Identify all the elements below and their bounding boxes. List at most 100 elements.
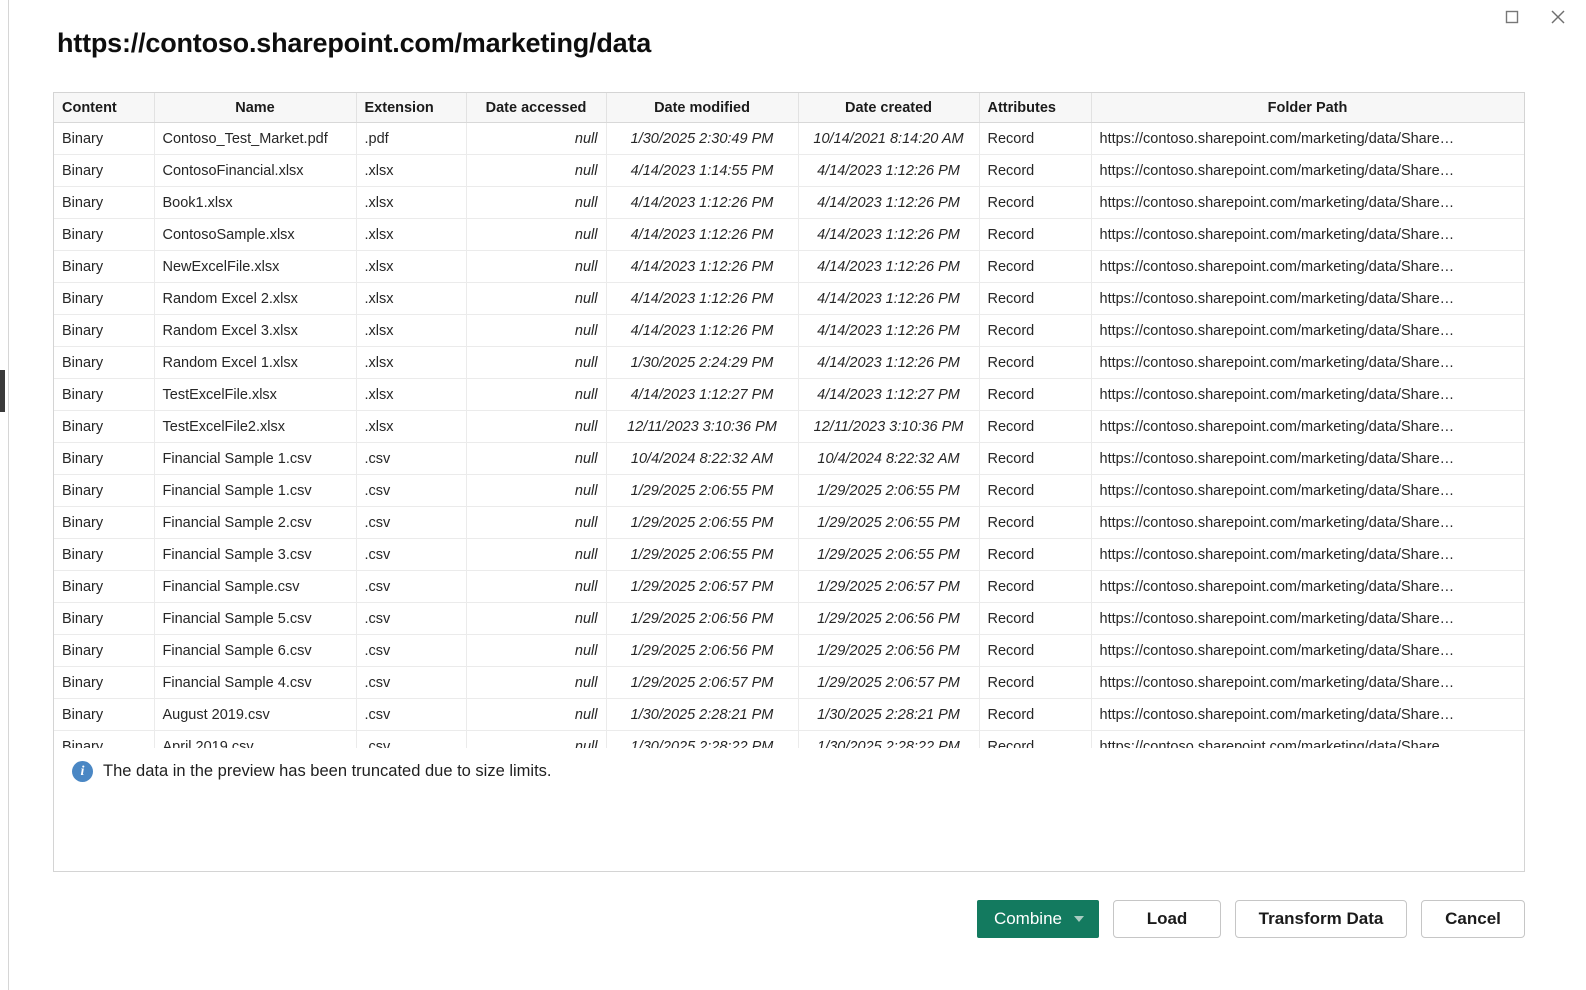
cell-date-modified: 4/14/2023 1:12:27 PM <box>606 378 799 411</box>
cell-date-modified: 4/14/2023 1:12:26 PM <box>606 218 799 251</box>
table-row[interactable]: Binary ContosoSample.xlsx .xlsx null 4/14/20… <box>54 218 1524 251</box>
cell-folder-path: https://contoso.sharepoint.com/marketing… <box>1091 698 1524 731</box>
column-header-date-created[interactable]: Date created <box>798 93 980 123</box>
cell-date-created: 12/11/2023 3:10:36 PM <box>798 410 980 443</box>
cell-extension: .csv <box>356 698 467 731</box>
cell-attributes: Record <box>979 506 1092 539</box>
cell-date-modified: 1/29/2025 2:06:56 PM <box>606 602 799 635</box>
close-button[interactable] <box>1535 2 1581 36</box>
preview-table-scroll-area[interactable]: Content Name Extension Date accessed Dat… <box>54 93 1524 748</box>
cell-content: Binary <box>54 282 155 315</box>
cancel-button[interactable]: Cancel <box>1421 900 1525 938</box>
cell-date-modified: 12/11/2023 3:10:36 PM <box>606 410 799 443</box>
cell-attributes: Record <box>979 346 1092 379</box>
table-row[interactable]: Binary Book1.xlsx .xlsx null 4/14/2023 1:12:… <box>54 186 1524 219</box>
chevron-down-icon[interactable] <box>1074 916 1084 922</box>
cell-extension: .csv <box>356 602 467 635</box>
column-header-folder-path[interactable]: Folder Path <box>1091 93 1524 123</box>
cell-attributes: Record <box>979 474 1092 507</box>
table-row[interactable]: Binary Random Excel 1.xlsx .xlsx null 1/30/2… <box>54 346 1524 379</box>
column-header-extension[interactable]: Extension <box>356 93 467 123</box>
cell-date-created: 10/4/2024 8:22:32 AM <box>798 442 980 475</box>
cell-attributes: Record <box>979 570 1092 603</box>
cell-date-created: 10/14/2021 8:14:20 AM <box>798 122 980 155</box>
column-header-attributes[interactable]: Attributes <box>979 93 1092 123</box>
table-row[interactable]: Binary TestExcelFile.xlsx .xlsx null 4/14/20… <box>54 378 1524 411</box>
cell-name: TestExcelFile.xlsx <box>154 378 357 411</box>
table-row[interactable]: Binary Random Excel 3.xlsx .xlsx null 4/14/2… <box>54 314 1524 347</box>
cell-content: Binary <box>54 442 155 475</box>
cell-date-created: 4/14/2023 1:12:26 PM <box>798 314 980 347</box>
cell-date-modified: 1/29/2025 2:06:57 PM <box>606 570 799 603</box>
table-row[interactable]: Binary Financial Sample 2.csv .csv null 1/29… <box>54 506 1524 539</box>
table-row[interactable]: Binary ContosoFinancial.xlsx .xlsx null 4/14… <box>54 154 1524 187</box>
cell-extension: .pdf <box>356 122 467 155</box>
cell-content: Binary <box>54 410 155 443</box>
cell-folder-path: https://contoso.sharepoint.com/marketing… <box>1091 634 1524 667</box>
cell-date-accessed: null <box>466 570 607 603</box>
cell-date-modified: 10/4/2024 8:22:32 AM <box>606 442 799 475</box>
cell-date-created: 4/14/2023 1:12:26 PM <box>798 186 980 219</box>
cell-date-created: 1/29/2025 2:06:57 PM <box>798 666 980 699</box>
combine-button[interactable]: Combine <box>976 900 1099 938</box>
table-row[interactable]: Binary Random Excel 2.xlsx .xlsx null 4/14/2… <box>54 282 1524 315</box>
cell-date-created: 4/14/2023 1:12:26 PM <box>798 346 980 379</box>
cell-extension: .xlsx <box>356 410 467 443</box>
column-header-name[interactable]: Name <box>154 93 357 123</box>
cell-date-created: 1/29/2025 2:06:57 PM <box>798 570 980 603</box>
cell-date-accessed: null <box>466 538 607 571</box>
cell-name: Financial Sample 1.csv <box>154 442 357 475</box>
cell-attributes: Record <box>979 378 1092 411</box>
cell-attributes: Record <box>979 410 1092 443</box>
cell-name: NewExcelFile.xlsx <box>154 250 357 283</box>
table-row[interactable]: Binary Financial Sample 3.csv .csv null 1/29… <box>54 538 1524 571</box>
maximize-button[interactable] <box>1489 2 1535 36</box>
cell-date-accessed: null <box>466 442 607 475</box>
column-header-date-modified[interactable]: Date modified <box>606 93 799 123</box>
cell-name: Contoso_Test_Market.pdf <box>154 122 357 155</box>
cell-content: Binary <box>54 602 155 635</box>
transform-data-button[interactable]: Transform Data <box>1235 900 1407 938</box>
cell-name: Random Excel 3.xlsx <box>154 314 357 347</box>
cell-date-modified: 1/30/2025 2:30:49 PM <box>606 122 799 155</box>
cell-date-modified: 4/14/2023 1:12:26 PM <box>606 186 799 219</box>
cell-name: Financial Sample 5.csv <box>154 602 357 635</box>
window-edge-sliver <box>0 370 5 412</box>
table-row[interactable]: Binary Financial Sample 5.csv .csv null 1/29… <box>54 602 1524 635</box>
cell-name: Financial Sample 6.csv <box>154 634 357 667</box>
cell-attributes: Record <box>979 186 1092 219</box>
cell-attributes: Record <box>979 314 1092 347</box>
cell-name: Book1.xlsx <box>154 186 357 219</box>
cell-date-accessed: null <box>466 698 607 731</box>
cell-name: Random Excel 1.xlsx <box>154 346 357 379</box>
cell-date-accessed: null <box>466 474 607 507</box>
cell-folder-path: https://contoso.sharepoint.com/marketing… <box>1091 602 1524 635</box>
cell-content: Binary <box>54 314 155 347</box>
table-header-row: Content Name Extension Date accessed Dat… <box>54 93 1524 123</box>
table-row[interactable]: Binary August 2019.csv .csv null 1/30/2025 2… <box>54 698 1524 731</box>
table-row[interactable]: Binary Financial Sample 4.csv .csv null 1/29… <box>54 666 1524 699</box>
table-row[interactable]: Binary NewExcelFile.xlsx .xlsx null 4/14/202… <box>54 250 1524 283</box>
table-row[interactable]: Binary Financial Sample 1.csv .csv null 1/29… <box>54 474 1524 507</box>
load-button[interactable]: Load <box>1113 900 1221 938</box>
cell-date-accessed: null <box>466 282 607 315</box>
table-row[interactable]: Binary Contoso_Test_Market.pdf .pdf null 1/3… <box>54 122 1524 155</box>
cell-content: Binary <box>54 570 155 603</box>
table-row[interactable]: Binary Financial Sample.csv .csv null 1/29/2… <box>54 570 1524 603</box>
cell-date-modified: 1/30/2025 2:28:22 PM <box>606 730 799 748</box>
table-row[interactable]: Binary April 2019.csv .csv null 1/30/2025 2:… <box>54 730 1524 748</box>
table-row[interactable]: Binary TestExcelFile2.xlsx .xlsx null 12/11/… <box>54 410 1524 443</box>
cell-folder-path: https://contoso.sharepoint.com/marketing… <box>1091 666 1524 699</box>
cell-date-modified: 1/30/2025 2:24:29 PM <box>606 346 799 379</box>
cell-folder-path: https://contoso.sharepoint.com/marketing… <box>1091 250 1524 283</box>
column-header-content[interactable]: Content <box>54 93 155 123</box>
cell-name: Financial Sample 4.csv <box>154 666 357 699</box>
column-header-date-accessed[interactable]: Date accessed <box>466 93 607 123</box>
cell-name: August 2019.csv <box>154 698 357 731</box>
table-row[interactable]: Binary Financial Sample 6.csv .csv null 1/29… <box>54 634 1524 667</box>
dialog-titlebar: https://contoso.sharepoint.com/marketing… <box>9 0 1586 86</box>
cell-folder-path: https://contoso.sharepoint.com/marketing… <box>1091 218 1524 251</box>
info-icon: i <box>72 761 93 782</box>
cell-extension: .xlsx <box>356 314 467 347</box>
table-row[interactable]: Binary Financial Sample 1.csv .csv null 10/4… <box>54 442 1524 475</box>
